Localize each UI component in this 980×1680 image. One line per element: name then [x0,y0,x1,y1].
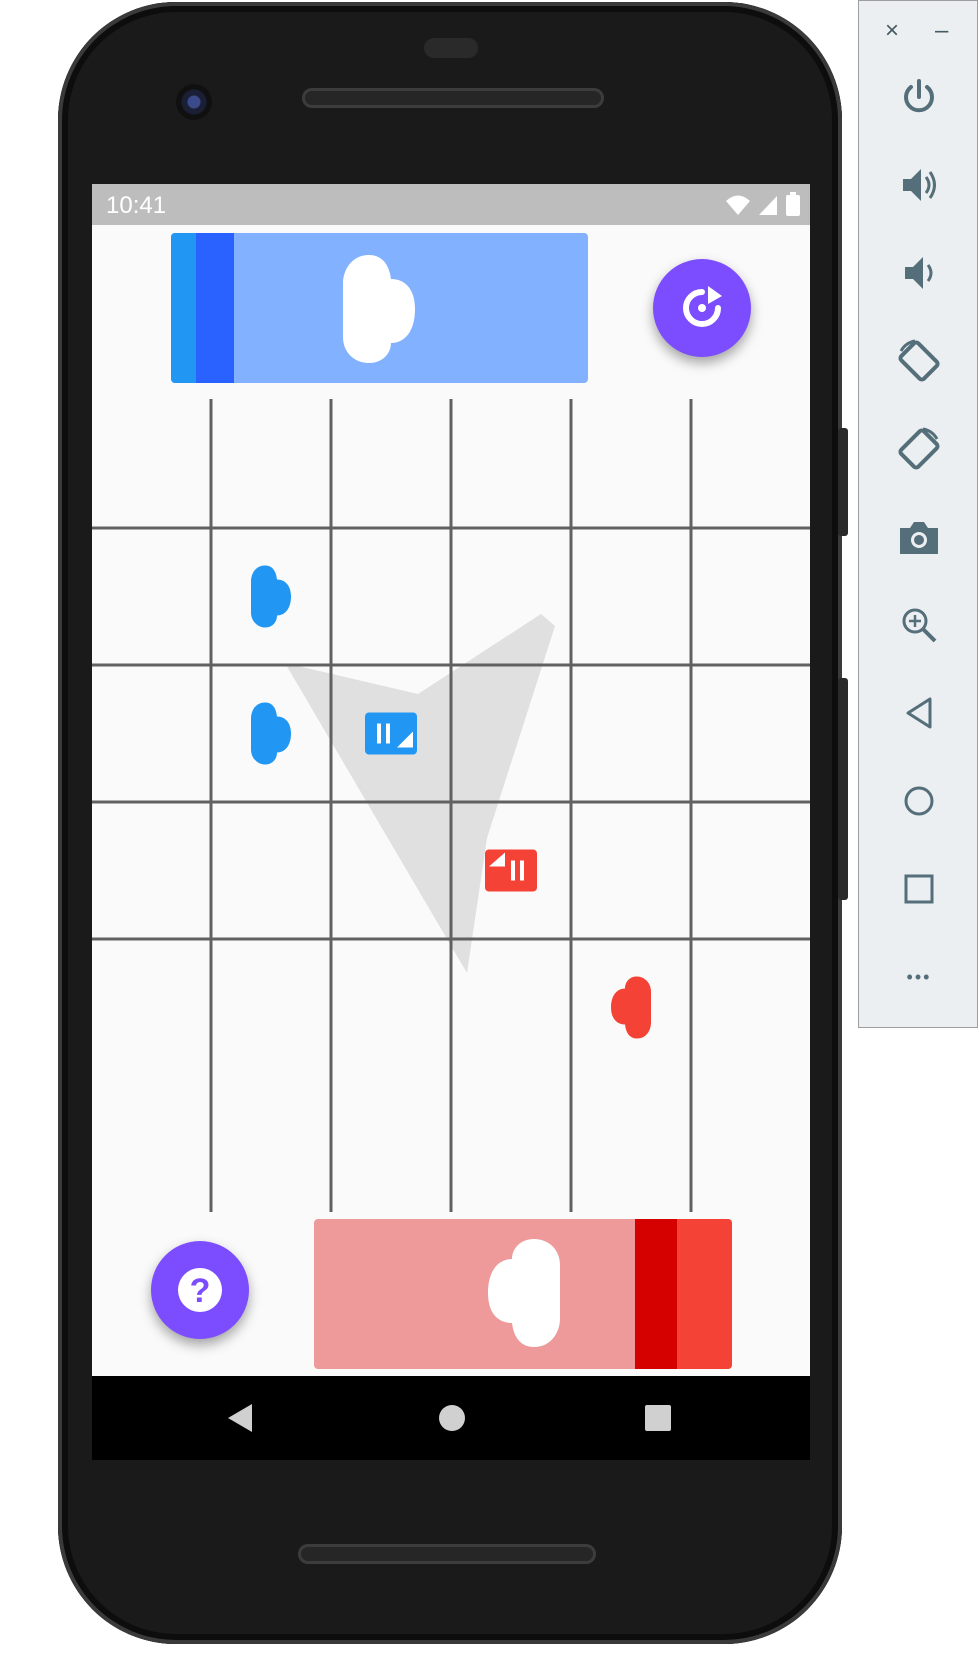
nav-back-icon[interactable] [228,1404,254,1432]
top-speaker [302,88,604,108]
svg-text:?: ? [190,1272,211,1310]
battery-icon [786,192,800,216]
signal-icon [759,196,778,215]
red-turn-stripe [635,1219,677,1369]
nav-home-icon[interactable] [438,1404,466,1432]
volume-down-button[interactable] [891,245,947,301]
blue-cloud-piece[interactable] [251,565,291,628]
red-player-panel[interactable] [314,1219,732,1369]
zoom-button[interactable] [891,597,947,653]
back-icon [906,697,932,729]
emulator-toolbar: × – ••• [858,0,978,1028]
android-nav-bar [92,1376,810,1460]
camera-icon [900,522,938,554]
nav-overview-icon[interactable] [644,1404,672,1432]
red-note-piece[interactable] [485,849,537,892]
close-button[interactable]: × [885,17,899,45]
screenshot-button[interactable] [891,509,947,565]
phone-side-button [838,428,848,536]
red-turn-stripe [677,1219,732,1369]
minimize-button[interactable]: – [935,17,948,45]
cloud-icon [343,255,415,363]
grid-lines [92,399,810,1212]
status-time: 10:41 [106,192,167,219]
rotate-left-button[interactable] [891,333,947,389]
power-button[interactable] [891,69,947,125]
back-button[interactable] [891,685,947,741]
rotate-right-icon [898,427,940,470]
more-button[interactable]: ••• [891,949,947,1005]
phone-screen: ? 10:41 [92,184,810,1376]
rotate-right-button[interactable] [891,421,947,477]
status-icons [725,192,800,223]
bottom-speaker [298,1544,596,1564]
blue-note-piece[interactable] [365,712,417,755]
power-icon [904,79,934,113]
volume-down-icon [905,257,933,289]
rotate-left-icon [898,339,940,382]
wifi-icon [725,195,750,215]
blue-cloud-piece[interactable] [251,702,291,765]
home-button[interactable] [891,773,947,829]
volume-up-button[interactable] [891,157,947,213]
overview-button[interactable] [891,861,947,917]
restart-button[interactable] [653,259,751,357]
blue-turn-stripe [196,233,234,383]
phone-side-button [838,678,848,900]
overview-icon [904,874,934,904]
status-bar: 10:41 [92,184,810,225]
earpiece [424,38,478,58]
volume-up-icon [903,169,936,201]
blue-turn-stripe [171,233,196,383]
move-hint-arrow [285,614,555,973]
front-camera [176,84,212,120]
cloud-icon [488,1239,560,1347]
zoom-icon [902,608,937,643]
red-cloud-piece[interactable] [611,976,651,1039]
home-icon [904,786,934,816]
restart-icon [683,286,722,327]
more-icon: ••• [906,966,932,987]
help-icon: ? [178,1268,222,1312]
help-button[interactable]: ? [151,1241,249,1339]
blue-player-panel[interactable] [171,233,588,383]
